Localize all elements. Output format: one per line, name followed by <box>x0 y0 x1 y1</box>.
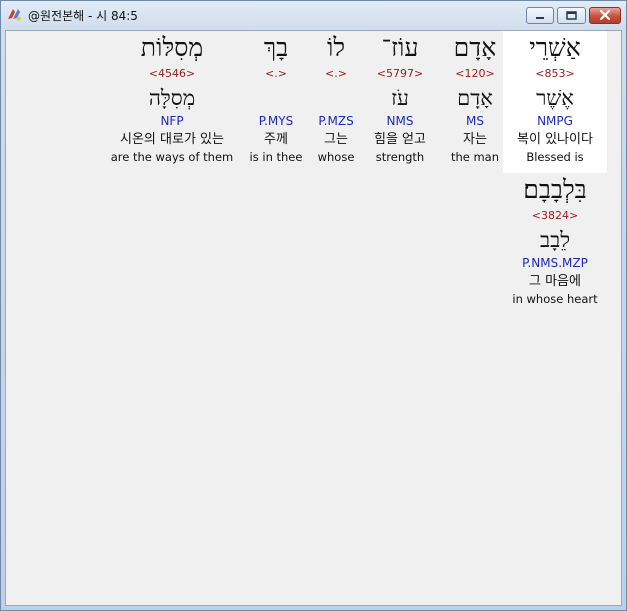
app-window: @원전본해 - 시 84:5 אַשְׁרֵי <853> אֶשֶׁר NMP… <box>0 0 627 611</box>
window-title: @원전본해 - 시 84:5 <box>28 9 138 23</box>
morphology-code: P.NMS.MZP <box>522 256 588 270</box>
english-gloss: are the ways of them <box>110 150 234 164</box>
minimize-icon <box>527 8 553 27</box>
morphology-code: NFP <box>160 114 184 128</box>
hebrew-word: מְסִלּוֹת <box>140 33 204 62</box>
hebrew-word: בִּלְבָבָם׃ <box>523 175 587 204</box>
maximize-button[interactable] <box>557 7 586 24</box>
word-column[interactable]: בִּלְבָבָם׃ <3824> לֵבָב P.NMS.MZP 그 마음에… <box>503 173 607 308</box>
close-icon <box>590 8 620 27</box>
english-gloss: in whose heart <box>512 292 598 306</box>
word-column[interactable]: מְסִלּוֹת <4546> מְסִלָּה NFP 시온의 대로가 있는… <box>100 31 244 166</box>
app-logo-icon[interactable] <box>6 6 22 22</box>
strong-number[interactable]: <4546> <box>100 65 244 83</box>
maximize-icon <box>558 8 585 27</box>
lemma-word: לֵבָב <box>539 228 571 252</box>
lemma-word: מְסִלָּה <box>148 86 196 110</box>
interlinear-panel[interactable]: אַשְׁרֵי <853> אֶשֶׁר NMPG 복이 있나이다 Bless… <box>5 30 622 606</box>
korean-gloss: 시온의 대로가 있는 <box>120 132 224 147</box>
minimize-button[interactable] <box>526 7 554 24</box>
close-button[interactable] <box>589 7 621 24</box>
strong-number[interactable]: <3824> <box>503 207 607 225</box>
korean-gloss: 그 마음에 <box>529 274 581 289</box>
title-bar[interactable]: @원전본해 - 시 84:5 <box>1 1 626 29</box>
